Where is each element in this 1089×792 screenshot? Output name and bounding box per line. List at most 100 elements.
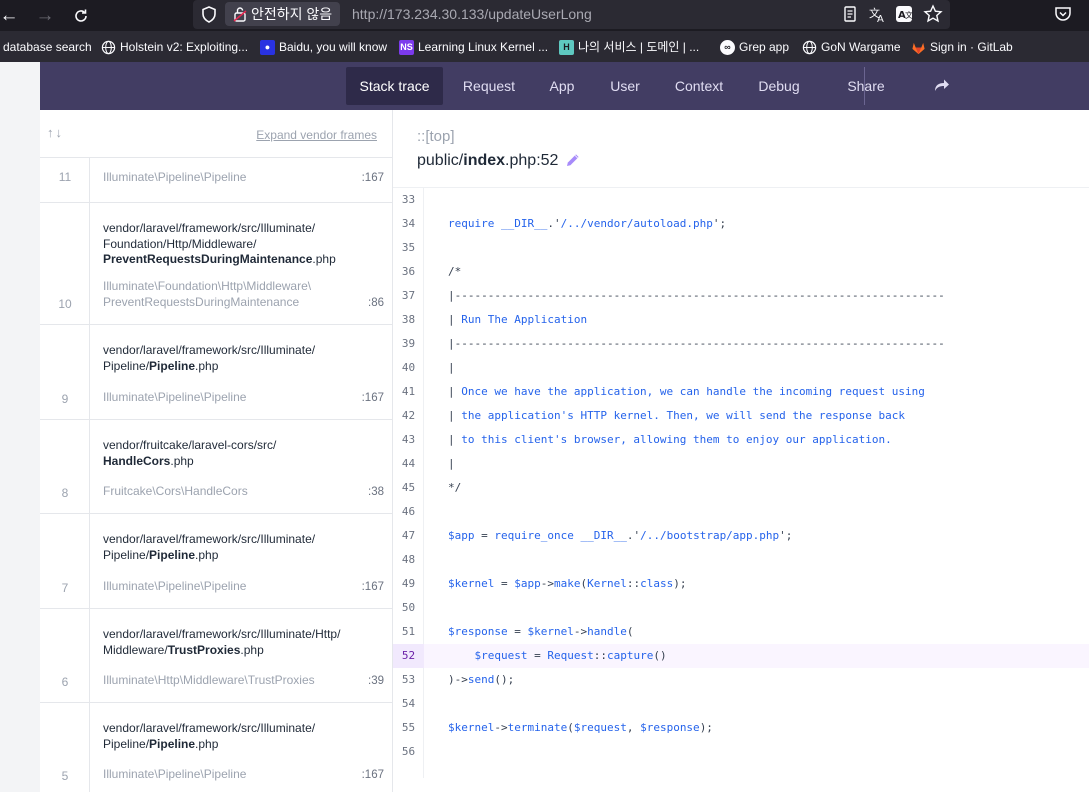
code-line-number[interactable]: 45 [393,476,424,500]
frame-number-text: 9 [61,391,69,406]
code-line-number[interactable]: 33 [393,188,424,212]
code-line: 34 require __DIR__.'/../vendor/autoload.p… [393,212,1089,236]
code-line-number[interactable]: 49 [393,572,424,596]
frame-file-name: TrustProxies [167,642,241,657]
stack-frame[interactable]: 7 vendor/laravel/framework/src/Illuminate… [40,514,392,609]
forward-button[interactable]: → [30,0,60,31]
frame-file-dir: .php [312,252,336,266]
code-line: 47 $app = require_once __DIR__.'/../boots… [393,524,1089,548]
insecure-connection-badge[interactable]: 안전하지 않음 [225,2,341,26]
bookmark-my-service[interactable]: H 나의 서비스 | 도메인 | ... [559,39,699,55]
code-line-number[interactable]: 52 [393,644,424,668]
code-line-number[interactable]: 42 [393,404,424,428]
browser-toolbar: ← → 안전하지 않음 http://173.234.30.133/update… [0,0,1089,31]
code-line: 44 | [393,452,1089,476]
sort-arrows-icon[interactable]: ↑↓ [47,125,64,140]
frame-file-dir: Middleware/ [103,642,168,657]
code-line-number[interactable]: 39 [393,332,424,356]
code-line-number[interactable]: 43 [393,428,424,452]
url-text[interactable]: http://173.234.30.133/updateUserLong [352,0,592,29]
code-line-number[interactable]: 50 [393,596,424,620]
reader-view-icon[interactable] [840,4,860,24]
code-line-number[interactable]: 46 [393,500,424,524]
code-line: 46 [393,500,1089,524]
code-line: 42 | the application's HTTP kernel. Then,… [393,404,1089,428]
stack-frame[interactable]: 10 vendor/laravel/framework/src/Illuminat… [40,203,392,325]
bookmarks-bar: database search Holstein v2: Exploiting.… [0,31,1089,62]
code-line-text: |---------------------------------------… [448,289,945,302]
translate-icon[interactable]: 文A [867,4,887,24]
frame-class: Illuminate\Pipeline\Pipeline [103,578,247,593]
stack-frame[interactable]: 8 vendor/fruitcake/laravel-cors/src/Handl… [40,420,392,514]
tab-request[interactable]: Request [449,67,529,105]
page-translate-icon[interactable]: A文 [894,4,914,24]
stack-frame[interactable]: 5 vendor/laravel/framework/src/Illuminate… [40,703,392,792]
bookmark-grep-app[interactable]: ∞ Grep app [720,39,789,55]
frame-class: Illuminate\Pipeline\Pipeline [103,766,247,781]
page-left-margin [0,62,40,792]
stack-frame[interactable]: 9 vendor/laravel/framework/src/Illuminate… [40,325,392,420]
expand-vendor-frames-link[interactable]: Expand vendor frames [256,128,377,142]
code-line-number[interactable]: 55 [393,716,424,740]
bookmark-star-icon[interactable] [923,4,943,24]
code-line: 43 | to this client's browser, allowing t… [393,428,1089,452]
bookmark-gitlab[interactable]: Sign in · GitLab [911,39,1013,55]
reload-button[interactable] [66,0,96,31]
frame-file-line: HandleCors.php [103,454,343,470]
ns-icon: NS [399,39,414,55]
frame-number: 6 [40,609,90,702]
bookmark-holstein[interactable]: Holstein v2: Exploiting... [101,39,248,55]
pencil-icon[interactable] [565,152,581,168]
frame-number-text: 5 [61,768,69,783]
frame-file-dir: .php [240,642,264,657]
shield-icon[interactable] [200,5,218,24]
frame-number-text: 8 [61,485,69,500]
stack-frame[interactable]: 11 Illuminate\Pipeline\Pipeline:167 [40,158,392,203]
code-line-number[interactable]: 53 [393,668,424,692]
code-line-number[interactable]: 41 [393,380,424,404]
bookmark-gon-wargame[interactable]: GoN Wargame [802,39,901,55]
tab-user[interactable]: User [598,67,652,105]
code-line-number[interactable]: 54 [393,692,424,716]
code-viewer[interactable]: 33 34 require __DIR__.'/../vendor/autoload… [393,187,1089,778]
code-line: 55 $kernel->terminate($request, $response… [393,716,1089,740]
frame-line-number: :86 [368,296,384,309]
frame-line-number: :167 [361,580,384,593]
bookmark-baidu[interactable]: ● Baidu, you will know [260,39,387,55]
code-line-text: $response = $kernel->handle( [448,625,634,638]
tab-debug[interactable]: Debug [748,67,810,105]
bookmark-linux-kernel[interactable]: NS Learning Linux Kernel ... [399,39,548,55]
code-line-number[interactable]: 40 [393,356,424,380]
back-button[interactable]: ← [0,0,24,31]
code-line-number[interactable]: 36 [393,260,424,284]
code-line-number[interactable]: 51 [393,620,424,644]
code-line-number[interactable]: 56 [393,740,424,764]
share-button[interactable]: Share [840,67,892,105]
share-arrow-icon[interactable] [934,78,950,92]
tab-app[interactable]: App [537,67,587,105]
code-line-number[interactable]: 34 [393,212,424,236]
code-line: 54 [393,692,1089,716]
frame-file-dir: vendor/laravel/framework/src/Illuminate/ [103,221,316,235]
code-line-text: | Run The Application [448,313,588,326]
tab-stack-trace[interactable]: Stack trace [346,67,443,105]
frame-line-number: :39 [368,674,384,687]
code-line-number[interactable]: 37 [393,284,424,308]
bookmark-database-search[interactable]: database search [3,39,92,55]
tab-context[interactable]: Context [664,67,734,105]
frame-file-line: vendor/fruitcake/laravel-cors/src/ [103,438,343,454]
pocket-icon[interactable] [1053,4,1073,24]
stack-frame[interactable]: 6 vendor/laravel/framework/src/Illuminate… [40,609,392,703]
code-line-number[interactable]: 47 [393,524,424,548]
code-line-number[interactable]: 35 [393,236,424,260]
frame-scope-label: ::[top] [417,128,455,145]
globe-icon [802,40,817,54]
code-line-number[interactable]: 48 [393,548,424,572]
frame-file-line: vendor/laravel/framework/src/Illuminate/ [103,532,343,548]
frame-file-name: HandleCors [103,453,171,468]
code-line-number[interactable]: 38 [393,308,424,332]
code-line-number[interactable]: 44 [393,452,424,476]
frame-file-name: Pipeline [149,358,196,373]
code-line: 33 [393,188,1089,212]
frames-header: ↑↓ Expand vendor frames [40,110,392,158]
